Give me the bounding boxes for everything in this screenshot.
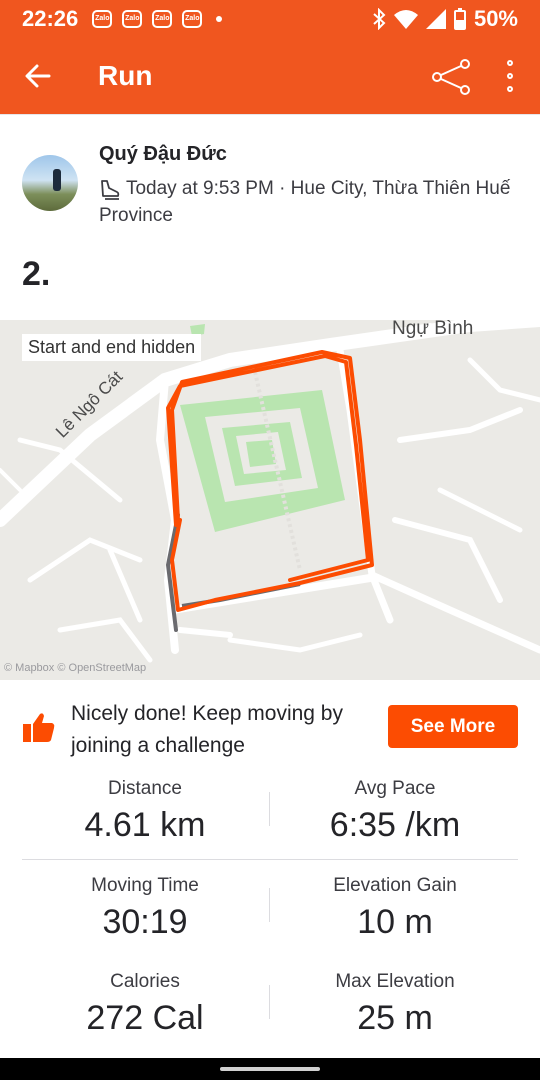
battery-icon bbox=[453, 8, 466, 30]
back-button[interactable] bbox=[0, 38, 76, 114]
stat-label: Avg Pace bbox=[354, 778, 436, 799]
map-canvas bbox=[0, 320, 540, 680]
stat-value: 272 Cal bbox=[86, 999, 204, 1037]
zalo-icon: Zalo bbox=[152, 10, 173, 28]
stat-label: Calories bbox=[110, 971, 180, 992]
stat-value: 4.61 km bbox=[84, 806, 206, 844]
challenge-prompt: Nicely done! Keep moving by joining a ch… bbox=[0, 680, 540, 772]
stat-elevation-gain: Elevation Gain 10 m bbox=[272, 875, 518, 942]
battery-percent: 50% bbox=[473, 6, 518, 31]
avatar[interactable] bbox=[22, 155, 78, 211]
system-nav-bar bbox=[0, 1058, 540, 1080]
stat-divider bbox=[269, 792, 270, 826]
share-icon[interactable] bbox=[430, 58, 472, 96]
zalo-icon: Zalo bbox=[92, 10, 113, 28]
stat-divider bbox=[269, 888, 270, 922]
zalo-icon: Zalo bbox=[122, 10, 143, 28]
arrow-left-icon bbox=[25, 64, 51, 88]
more-dot-icon bbox=[507, 59, 513, 66]
map-attribution[interactable]: © Mapbox © OpenStreetMap bbox=[4, 662, 146, 674]
more-dot-icon bbox=[507, 72, 513, 79]
notification-dot-icon bbox=[216, 16, 223, 22]
zalo-icon: Zalo bbox=[182, 10, 203, 28]
more-dot-icon bbox=[507, 86, 513, 93]
stat-value: 25 m bbox=[357, 999, 433, 1037]
thumbs-up-icon bbox=[23, 713, 55, 742]
shoe-icon bbox=[101, 180, 120, 200]
stat-label: Elevation Gain bbox=[333, 875, 457, 896]
route-map[interactable]: Ngự Bình Lê Ngô Cát Start and end hidden… bbox=[0, 320, 540, 680]
stat-divider bbox=[269, 985, 270, 1019]
stat-max-elevation: Max Elevation 25 m bbox=[272, 971, 518, 1038]
street-label: Ngự Bình bbox=[392, 320, 474, 339]
status-time: 22:26 bbox=[22, 6, 79, 31]
app-bar: Run bbox=[0, 38, 540, 114]
stat-distance: Distance 4.61 km bbox=[22, 778, 268, 845]
stat-value: 6:35 /km bbox=[329, 806, 461, 844]
status-bar: 22:26 Zalo Zalo Zalo Zalo 50% bbox=[0, 0, 540, 38]
status-right: 50% bbox=[372, 6, 518, 32]
see-more-button[interactable]: See More bbox=[388, 705, 518, 748]
stats-grid: Distance 4.61 km Avg Pace 6:35 /km Movin… bbox=[0, 772, 540, 1058]
wifi-icon bbox=[393, 10, 418, 29]
challenge-text: Nicely done! Keep moving by joining a ch… bbox=[71, 702, 343, 757]
activity-name: 2. bbox=[22, 255, 51, 293]
privacy-chip: Start and end hidden bbox=[22, 334, 202, 361]
stat-value: 10 m bbox=[357, 903, 433, 941]
stats-divider bbox=[22, 859, 518, 860]
athlete-name[interactable]: Quý Đậu Đức bbox=[99, 143, 227, 166]
stat-avg-pace: Avg Pace 6:35 /km bbox=[272, 778, 518, 845]
stat-label: Max Elevation bbox=[335, 971, 455, 992]
home-gesture-handle[interactable] bbox=[220, 1067, 320, 1071]
avatar-figure bbox=[53, 169, 61, 191]
stat-moving-time: Moving Time 30:19 bbox=[22, 875, 268, 942]
activity-header: Quý Đậu Đức Today at 9:53 PM · Hue City,… bbox=[0, 114, 540, 320]
stat-calories: Calories 272 Cal bbox=[22, 971, 268, 1038]
signal-icon bbox=[425, 9, 446, 29]
activity-meta: Today at 9:53 PM · Hue City, Thừa Thiên … bbox=[99, 175, 519, 229]
stat-label: Distance bbox=[108, 778, 182, 799]
bluetooth-icon bbox=[373, 8, 386, 30]
stat-label: Moving Time bbox=[91, 875, 199, 896]
activity-meta-text: Today at 9:53 PM · Hue City, Thừa Thiên … bbox=[99, 178, 511, 226]
stat-value: 30:19 bbox=[102, 903, 188, 941]
page-title: Run bbox=[98, 60, 153, 91]
more-options-button[interactable] bbox=[498, 56, 522, 96]
